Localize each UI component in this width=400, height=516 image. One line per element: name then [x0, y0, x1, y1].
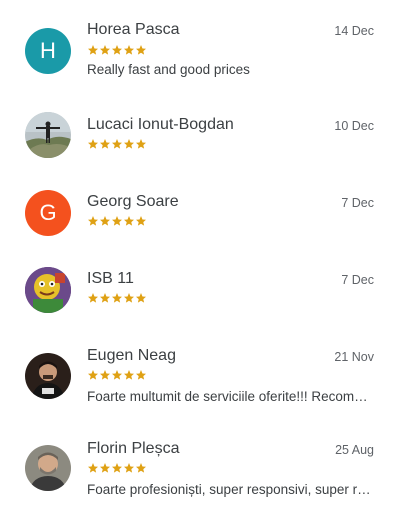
reviewer-name[interactable]: Horea Pasca [87, 21, 180, 39]
star-icon [123, 138, 135, 150]
avatar-initial: H [40, 38, 56, 63]
review-item[interactable]: H Horea Pasca 14 Dec Really fast and goo… [0, 14, 400, 94]
review-date: 7 Dec [341, 273, 374, 287]
star-rating [87, 462, 147, 476]
avatar[interactable] [25, 353, 71, 399]
man-portrait-photo-icon [25, 445, 71, 491]
star-icon [99, 369, 111, 381]
review-date: 14 Dec [334, 24, 374, 38]
star-rating [87, 369, 147, 383]
review-item[interactable]: Lucaci Ionut-Bogdan 10 Dec [0, 112, 400, 192]
man-portrait-photo-icon [25, 353, 71, 399]
star-icon [135, 215, 147, 227]
reviewer-name[interactable]: ISB 11 [87, 270, 134, 288]
star-icon [111, 44, 123, 56]
star-icon [111, 292, 123, 304]
review-text: Foarte multumit de serviciile oferite!!!… [87, 389, 375, 404]
review-item[interactable]: Eugen Neag 21 Nov Foarte multumit de ser… [0, 343, 400, 423]
star-icon [123, 44, 135, 56]
reviewer-name[interactable]: Eugen Neag [87, 347, 176, 365]
star-icon [111, 138, 123, 150]
star-icon [135, 44, 147, 56]
star-icon [99, 138, 111, 150]
review-date: 10 Dec [334, 119, 374, 133]
star-icon [87, 462, 99, 474]
cartoon-photo-icon [25, 267, 71, 313]
star-icon [135, 138, 147, 150]
star-icon [87, 215, 99, 227]
review-date: 7 Dec [341, 196, 374, 210]
star-icon [111, 215, 123, 227]
star-icon [123, 462, 135, 474]
review-item[interactable]: ISB 11 7 Dec [0, 267, 400, 347]
review-text: Foarte profesioniști, super responsivi, … [87, 482, 375, 497]
avatar[interactable] [25, 445, 71, 491]
avatar-initial: G [39, 200, 57, 225]
star-rating [87, 138, 147, 152]
star-icon [111, 369, 123, 381]
star-icon [135, 462, 147, 474]
star-icon [87, 44, 99, 56]
star-icon [111, 462, 123, 474]
star-icon [99, 462, 111, 474]
star-icon [135, 369, 147, 381]
star-icon [87, 369, 99, 381]
avatar[interactable]: H [25, 28, 71, 74]
reviewer-name[interactable]: Georg Soare [87, 193, 179, 211]
star-icon [99, 292, 111, 304]
star-icon [99, 44, 111, 56]
star-icon [135, 292, 147, 304]
review-text: Really fast and good prices [87, 62, 250, 77]
avatar[interactable]: G [25, 190, 71, 236]
star-icon [123, 292, 135, 304]
star-rating [87, 215, 147, 229]
avatar[interactable] [25, 112, 71, 158]
reviewer-name[interactable]: Lucaci Ionut-Bogdan [87, 116, 234, 134]
review-item[interactable]: G Georg Soare 7 Dec [0, 190, 400, 270]
avatar[interactable] [25, 267, 71, 313]
star-icon [123, 369, 135, 381]
review-item[interactable]: Florin Pleșca 25 Aug Foarte profesionișt… [0, 437, 400, 516]
review-date: 25 Aug [335, 443, 374, 457]
review-date: 21 Nov [334, 350, 374, 364]
star-icon [99, 215, 111, 227]
star-icon [123, 215, 135, 227]
star-icon [87, 138, 99, 150]
reviewer-name[interactable]: Florin Pleșca [87, 440, 179, 458]
star-rating [87, 292, 147, 306]
person-on-rock-photo-icon [25, 112, 71, 158]
reviews-list: H Horea Pasca 14 Dec Really fast and goo… [0, 0, 400, 516]
star-icon [87, 292, 99, 304]
star-rating [87, 44, 147, 58]
